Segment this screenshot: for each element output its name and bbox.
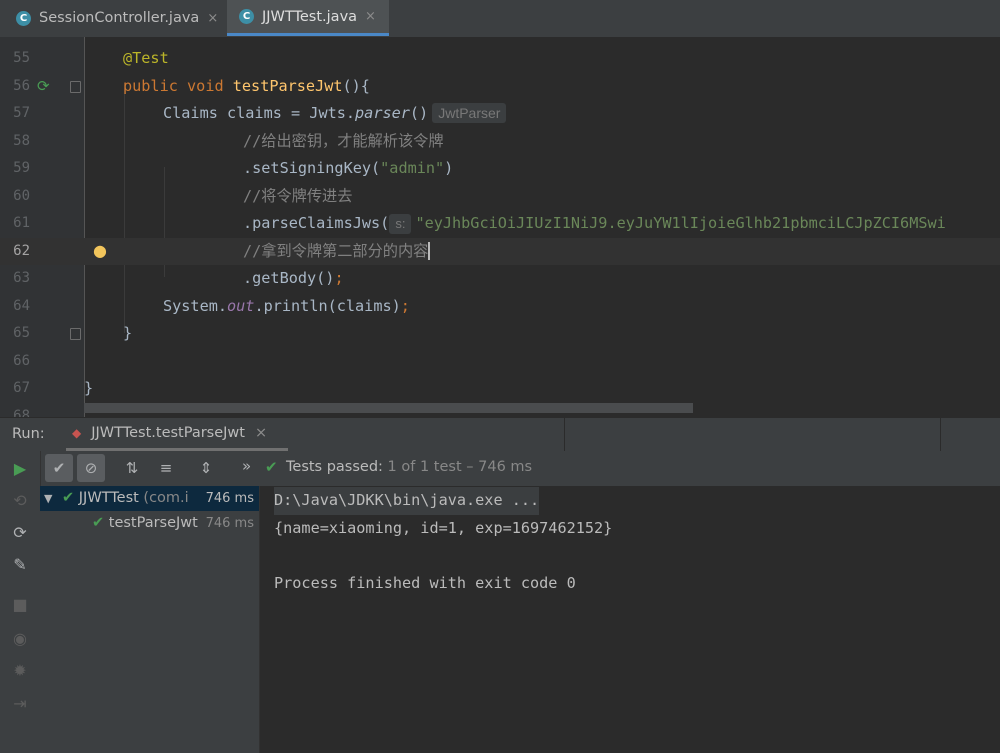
text-caret [428, 242, 431, 260]
close-icon[interactable]: × [365, 9, 376, 24]
code-line: 59 .setSigningKey("admin") [13, 159, 454, 177]
test-results-tree: ▼ ✔ JJWTTest (com.i 746 ms ✔ testParseJwt… [40, 486, 260, 753]
fold-icon[interactable] [70, 328, 81, 340]
code-editor[interactable]: 55 @Test 56 ⟳ public void testParseJwt()… [0, 37, 1000, 417]
code-line: 58 //给出密钥，才能解析该令牌 [13, 131, 444, 150]
code-line: 63 .getBody(); [13, 269, 344, 287]
import-tests-icon[interactable]: ⇥ [10, 694, 30, 714]
sort-alpha-icon: ⇅ [125, 459, 139, 477]
console-line: Process finished with exit code 0 [274, 573, 576, 592]
code-line: 61 .parseClaimsJws(s: "eyJhbGciOiJIUzI1Ni… [13, 214, 946, 234]
close-icon[interactable]: × [207, 11, 218, 26]
run-label: Run: [12, 426, 45, 442]
code-line: 67 } [13, 379, 94, 397]
code-line: 56 ⟳ public void testParseJwt(){ [13, 76, 370, 95]
tree-row-root[interactable]: ▼ ✔ JJWTTest (com.i 746 ms [40, 486, 259, 511]
code-line: 65 } [13, 324, 133, 342]
sort-alphabetically-button[interactable]: ⇅ [118, 454, 146, 482]
duration: 746 ms [201, 486, 254, 511]
sort-duration-icon: ≡ [159, 459, 173, 477]
tab-jjwttest[interactable]: C JJWTTest.java × [227, 0, 389, 36]
console-line: {name=xiaoming, id=1, exp=1697462152} [274, 518, 613, 537]
show-ignored-button[interactable]: ⊘ [77, 454, 105, 482]
tests-passed-icon: ✔ [265, 458, 278, 476]
param-hint: s: [389, 214, 412, 234]
code-line: 60 //将令牌传进去 [13, 186, 353, 205]
check-icon: ✔ [62, 490, 75, 506]
horizontal-scrollbar[interactable] [84, 403, 693, 413]
settings-wrench-icon[interactable]: ✎ [10, 555, 30, 575]
code-line: 55 @Test [13, 49, 169, 67]
rerun-icon[interactable]: ▶ [10, 459, 30, 479]
run-test-icon[interactable]: ⟳ [37, 77, 50, 95]
run-tool-window-header: Run: ◆ JJWTTest.testParseJwt × [0, 417, 1000, 452]
tree-row-test[interactable]: ✔ testParseJwt 746 ms [40, 511, 259, 536]
sort-by-duration-button[interactable]: ≡ [152, 454, 180, 482]
tab-label: SessionController.java [39, 10, 200, 26]
code-line: 64 System.out.println(claims); [13, 296, 410, 315]
chevron-down-icon[interactable]: ▼ [44, 486, 62, 511]
java-test-class-icon: C [239, 9, 254, 24]
divider [940, 418, 941, 451]
duration: 746 ms [205, 516, 254, 531]
code-line-current: 62 ● //拿到令牌第二部分的内容 [0, 237, 1000, 265]
console-output[interactable]: D:\Java\JDKK\bin\java.exe ... {name=xiao… [260, 486, 1000, 753]
close-icon[interactable]: × [255, 425, 267, 441]
run-toolbar: ✔ ⊘ ⇅ ≡ ⇕ » ✔ Tests passed: 1 of 1 test … [0, 451, 1000, 486]
expand-all-button[interactable]: ⇕ [192, 454, 220, 482]
run-side-toolbar: ▶ ⟲ ⟳ ✎ ■ ◉ ✹ ⇥ [0, 451, 41, 753]
rerun-failed-icon[interactable]: ⟲ [10, 491, 30, 511]
tab-session-controller[interactable]: C SessionController.java × [0, 0, 227, 36]
camera-icon[interactable]: ◉ [10, 629, 30, 649]
type-hint: JwtParser [432, 103, 507, 123]
java-class-icon: C [16, 10, 31, 26]
cancel-icon: ⊘ [84, 459, 98, 477]
gear-icon[interactable]: ✹ [10, 661, 30, 681]
fold-icon[interactable] [70, 80, 81, 93]
expand-icon: ⇕ [199, 459, 213, 477]
toggle-auto-test-icon[interactable]: ⟳ [10, 523, 30, 543]
divider [564, 418, 565, 451]
editor-tab-bar: C SessionController.java × C JJWTTest.ja… [0, 0, 1000, 38]
run-tab-label: JJWTTest.testParseJwt [91, 425, 245, 441]
stop-icon[interactable]: ■ [10, 595, 30, 615]
code-line: 66 [13, 352, 30, 369]
console-command-line[interactable]: D:\Java\JDKK\bin\java.exe ... [274, 487, 540, 515]
check-icon: ✔ [92, 515, 105, 531]
test-status: Tests passed: 1 of 1 test – 746 ms [286, 459, 533, 475]
show-passed-button[interactable]: ✔ [45, 454, 73, 482]
check-icon: ✔ [52, 459, 66, 477]
tab-label: JJWTTest.java [262, 8, 358, 25]
code-line: 57 Claims claims = Jwts.parser() JwtParse… [0, 100, 1000, 128]
more-actions[interactable]: » [242, 457, 251, 475]
run-config-tab[interactable]: ◆ JJWTTest.testParseJwt × [66, 418, 288, 451]
test-config-icon: ◆ [72, 426, 82, 440]
